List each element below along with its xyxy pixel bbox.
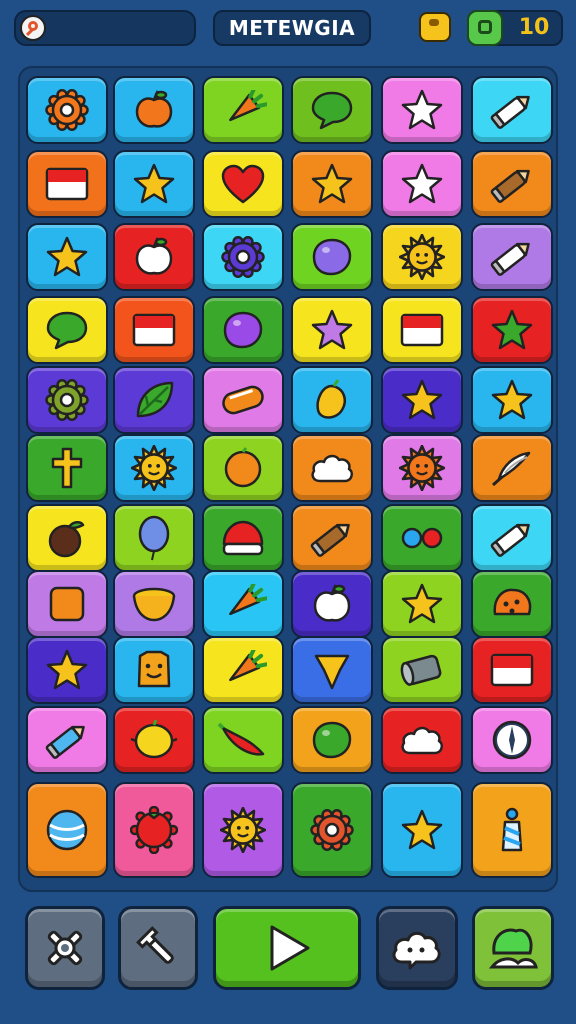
board-tile[interactable] xyxy=(202,782,284,878)
board-tile[interactable] xyxy=(291,706,373,774)
board-tile[interactable] xyxy=(113,76,195,144)
board-tile[interactable] xyxy=(113,223,195,291)
board-tile[interactable] xyxy=(381,223,463,291)
board-tile[interactable] xyxy=(291,223,373,291)
board-tile[interactable] xyxy=(471,570,553,638)
map-button[interactable] xyxy=(472,906,554,990)
board-tile[interactable] xyxy=(113,434,195,502)
board-tile[interactable] xyxy=(202,296,284,364)
board-tile[interactable] xyxy=(381,636,463,704)
board-tile[interactable] xyxy=(26,223,108,291)
board-tile[interactable] xyxy=(471,366,553,434)
board-tile[interactable] xyxy=(26,366,108,434)
board-tile[interactable] xyxy=(471,504,553,572)
board-tile[interactable] xyxy=(26,76,108,144)
board-tile[interactable] xyxy=(381,782,463,878)
board-tile[interactable] xyxy=(471,76,553,144)
magnifier-icon[interactable] xyxy=(20,15,46,41)
board-tile[interactable] xyxy=(291,782,373,878)
board-tile[interactable] xyxy=(291,150,373,218)
board-tile[interactable] xyxy=(381,366,463,434)
board-tile[interactable] xyxy=(291,366,373,434)
board-tile[interactable] xyxy=(26,150,108,218)
board-tile[interactable] xyxy=(202,504,284,572)
board-tile[interactable] xyxy=(26,570,108,638)
board-tile[interactable] xyxy=(202,706,284,774)
board-tile[interactable] xyxy=(26,706,108,774)
board-tile[interactable] xyxy=(202,76,284,144)
board-tile[interactable] xyxy=(113,504,195,572)
level-title: METEWGIA xyxy=(213,10,371,46)
board-tile[interactable] xyxy=(471,150,553,218)
board-tile[interactable] xyxy=(113,296,195,364)
board-tile[interactable] xyxy=(202,223,284,291)
board-tile[interactable] xyxy=(113,706,195,774)
board-tile[interactable] xyxy=(381,570,463,638)
board-tile[interactable] xyxy=(291,570,373,638)
board-tile[interactable] xyxy=(381,150,463,218)
board-tile[interactable] xyxy=(471,706,553,774)
board-tile[interactable] xyxy=(26,434,108,502)
board-tile[interactable] xyxy=(202,434,284,502)
board-tile[interactable] xyxy=(202,636,284,704)
top-bar: METEWGIA 10 xyxy=(0,0,576,58)
board-tile[interactable] xyxy=(471,296,553,364)
gem-icon xyxy=(467,10,503,46)
board-tile[interactable] xyxy=(291,434,373,502)
board-tile[interactable] xyxy=(113,570,195,638)
board-tile[interactable] xyxy=(26,296,108,364)
search-field[interactable] xyxy=(14,10,196,46)
tool-button[interactable] xyxy=(118,906,198,990)
gem-counter[interactable]: 10 xyxy=(467,10,563,46)
board-tile[interactable] xyxy=(113,150,195,218)
board-tile[interactable] xyxy=(381,434,463,502)
board-tile[interactable] xyxy=(26,504,108,572)
counter-value: 10 xyxy=(518,15,550,40)
board-tile[interactable] xyxy=(113,782,195,878)
board-tile[interactable] xyxy=(381,706,463,774)
board-tile[interactable] xyxy=(113,366,195,434)
board-tile[interactable] xyxy=(381,76,463,144)
play-button[interactable] xyxy=(213,906,361,990)
board-tile[interactable] xyxy=(471,782,553,878)
bottom-toolbar xyxy=(0,898,576,1024)
settings-button[interactable] xyxy=(25,906,105,990)
board-tile[interactable] xyxy=(471,223,553,291)
game-board xyxy=(18,66,558,892)
board-tile[interactable] xyxy=(291,296,373,364)
coin-icon[interactable] xyxy=(419,12,451,42)
board-tile[interactable] xyxy=(26,782,108,878)
board-tile[interactable] xyxy=(202,150,284,218)
board-tile[interactable] xyxy=(381,504,463,572)
hint-button[interactable] xyxy=(376,906,458,990)
board-tile[interactable] xyxy=(26,636,108,704)
board-tile[interactable] xyxy=(471,434,553,502)
board-tile[interactable] xyxy=(471,636,553,704)
board-tile[interactable] xyxy=(291,76,373,144)
board-tile[interactable] xyxy=(113,636,195,704)
board-tile[interactable] xyxy=(291,636,373,704)
board-tile[interactable] xyxy=(202,366,284,434)
board-tile[interactable] xyxy=(381,296,463,364)
board-tile[interactable] xyxy=(291,504,373,572)
board-tile[interactable] xyxy=(202,570,284,638)
